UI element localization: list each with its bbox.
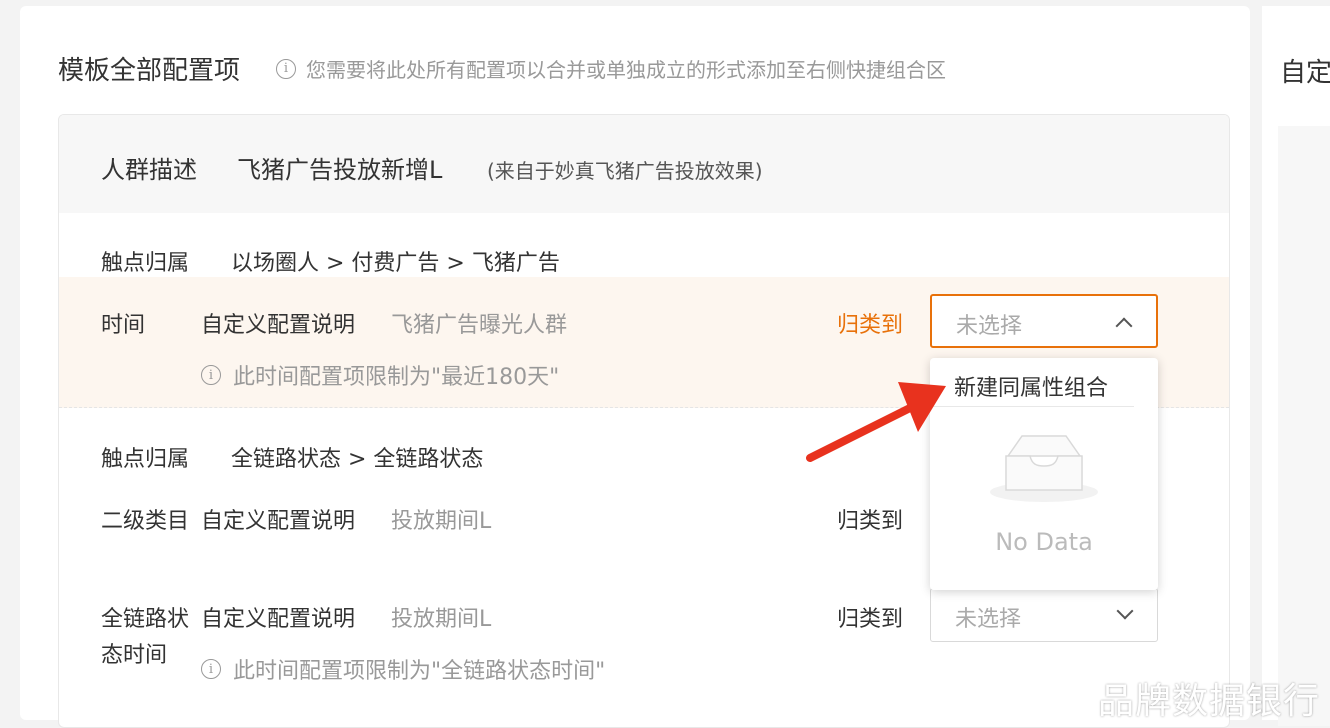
touch-label-1: 触点归属 (101, 251, 190, 276)
info-circle-icon: i (201, 365, 221, 385)
empty-inbox-icon (990, 435, 1098, 502)
crowd-name: 飞猪广告投放新增L (237, 156, 443, 184)
level2-desc-label: 自定义配置说明 (201, 509, 356, 534)
time-label: 时间 (101, 313, 146, 338)
chevron-up-icon (1115, 317, 1133, 335)
fullchain-note-text: 此时间配置项限制为"全链路状态时间" (233, 659, 606, 684)
level2-label: 二级类目 (101, 509, 190, 534)
watermark: 品牌数据银行 (1097, 681, 1320, 722)
fullchain-select-placeholder: 未选择 (955, 607, 1022, 632)
time-desc-value: 飞猪广告曝光人群 (391, 313, 568, 338)
crowd-source: (来自于妙真飞猪广告投放效果) (487, 159, 763, 183)
crowd-label: 人群描述 (101, 156, 197, 184)
page-title: 模板全部配置项 (58, 56, 241, 86)
fullchain-classify-select[interactable]: 未选择 (930, 588, 1158, 642)
classify-dropdown: 新建同属性组合 No Data (930, 358, 1158, 590)
card-header: 人群描述 飞猪广告投放新增L (来自于妙真飞猪广告投放效果) (59, 115, 1229, 213)
empty-text: No Data (995, 528, 1093, 556)
red-arrow-annotation (806, 382, 946, 462)
fullchain-label-line1: 全链路状 (101, 607, 190, 632)
right-panel: 自定 (1262, 6, 1330, 726)
time-note: i 此时间配置项限制为"最近180天" (201, 359, 559, 391)
fullchain-desc-value: 投放期间L (391, 607, 492, 632)
section-hint: i 您需要将此处所有配置项以合并或单独成立的形式添加至右侧快捷组合区 (276, 54, 946, 83)
time-note-text: 此时间配置项限制为"最近180天" (233, 365, 560, 390)
level2-classify-label: 归类到 (837, 509, 904, 534)
fullchain-desc-label: 自定义配置说明 (201, 607, 356, 632)
level2-desc-value: 投放期间L (391, 509, 492, 534)
quick-combo-area (1278, 126, 1330, 726)
touch-value-1: 以场圈人 > 付费广告 > 飞猪广告 (231, 251, 560, 276)
chevron-down-icon (1116, 602, 1134, 620)
fullchain-label-line2: 态时间 (101, 643, 168, 668)
fullchain-classify-label: 归类到 (837, 607, 904, 632)
touch-label-2: 触点归属 (101, 447, 190, 472)
time-classify-select[interactable]: 未选择 (930, 294, 1158, 348)
time-classify-label: 归类到 (837, 313, 904, 338)
fullchain-note: i 此时间配置项限制为"全链路状态时间" (201, 653, 605, 685)
dropdown-divider (930, 406, 1134, 407)
new-group-option[interactable]: 新建同属性组合 (954, 370, 1108, 402)
right-panel-title: 自定 (1280, 58, 1330, 88)
time-desc-label: 自定义配置说明 (201, 313, 356, 338)
time-select-placeholder: 未选择 (956, 314, 1023, 339)
info-circle-icon: i (276, 58, 296, 79)
info-circle-icon: i (201, 659, 221, 679)
section-hint-text: 您需要将此处所有配置项以合并或单独成立的形式添加至右侧快捷组合区 (306, 58, 946, 82)
touch-value-2: 全链路状态 > 全链路状态 (231, 447, 484, 472)
